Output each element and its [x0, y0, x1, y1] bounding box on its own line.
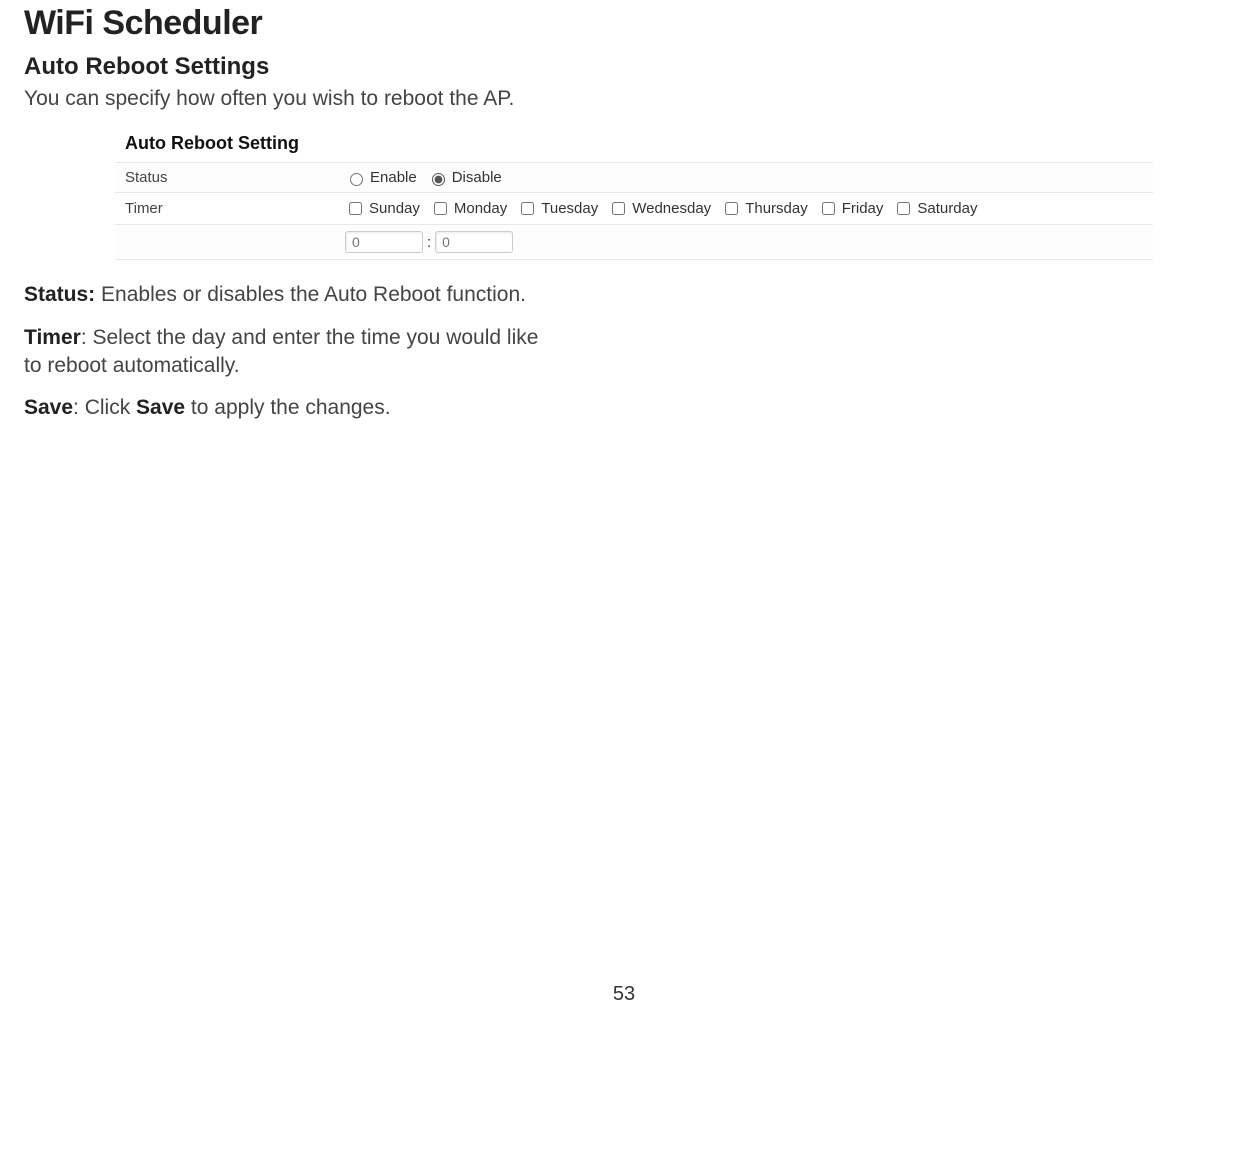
def-save-term: Save: [24, 396, 73, 419]
def-save-term2: Save: [136, 396, 185, 419]
def-save-mid: : Click: [73, 396, 136, 419]
def-timer-desc1: : Select the day and enter the time you …: [81, 326, 539, 349]
timer-time-row: :: [115, 225, 1153, 260]
status-enable-radio[interactable]: [350, 173, 363, 186]
day-saturday-label: Saturday: [917, 200, 977, 217]
settings-panel: Auto Reboot Setting Status Enable Disabl…: [114, 126, 1154, 261]
timer-label: Timer: [115, 193, 335, 225]
day-friday-label: Friday: [842, 200, 884, 217]
def-timer: Timer: Select the day and enter the time…: [24, 324, 1224, 381]
time-separator: :: [423, 234, 435, 251]
day-monday-label: Monday: [454, 200, 507, 217]
def-save-desc: to apply the changes.: [185, 396, 390, 419]
status-disable-label: Disable: [452, 169, 502, 186]
status-enable-label: Enable: [370, 169, 417, 186]
status-row: Status Enable Disable: [115, 163, 1153, 193]
def-timer-desc2: to reboot automatically.: [24, 354, 240, 377]
def-save: Save: Click Save to apply the changes.: [24, 394, 1224, 422]
document-page: WiFi Scheduler Auto Reboot Settings You …: [0, 4, 1248, 1026]
day-thursday-checkbox[interactable]: [725, 202, 738, 215]
status-disable-radio[interactable]: [432, 173, 445, 186]
definitions-block: Status: Enables or disables the Auto Reb…: [24, 281, 1224, 422]
intro-text: You can specify how often you wish to re…: [24, 85, 1224, 112]
day-tuesday-checkbox[interactable]: [521, 202, 534, 215]
def-status-desc: Enables or disables the Auto Reboot func…: [95, 283, 526, 306]
day-monday-checkbox[interactable]: [434, 202, 447, 215]
day-sunday-label: Sunday: [369, 200, 420, 217]
def-status-term: Status:: [24, 283, 95, 306]
minute-input[interactable]: [435, 231, 513, 253]
timer-time-empty-label: [115, 225, 335, 260]
status-controls: Enable Disable: [335, 163, 1153, 193]
page-title: WiFi Scheduler: [24, 4, 1224, 43]
settings-table: Status Enable Disable Timer: [115, 162, 1153, 260]
panel-heading: Auto Reboot Setting: [115, 127, 1153, 162]
section-subtitle: Auto Reboot Settings: [24, 53, 1224, 81]
def-status: Status: Enables or disables the Auto Reb…: [24, 281, 1224, 309]
day-thursday-label: Thursday: [745, 200, 808, 217]
page-number: 53: [24, 983, 1224, 1006]
timer-days-row: Timer Sunday Monday Tuesday Wednesday Th…: [115, 193, 1153, 225]
hour-input[interactable]: [345, 231, 423, 253]
day-sunday-checkbox[interactable]: [349, 202, 362, 215]
status-label: Status: [115, 163, 335, 193]
day-wednesday-label: Wednesday: [632, 200, 711, 217]
day-friday-checkbox[interactable]: [822, 202, 835, 215]
day-wednesday-checkbox[interactable]: [612, 202, 625, 215]
timer-days-controls: Sunday Monday Tuesday Wednesday Thursday…: [335, 193, 1153, 225]
def-timer-term: Timer: [24, 326, 81, 349]
timer-time-controls: :: [335, 225, 1153, 260]
day-saturday-checkbox[interactable]: [897, 202, 910, 215]
day-tuesday-label: Tuesday: [541, 200, 598, 217]
